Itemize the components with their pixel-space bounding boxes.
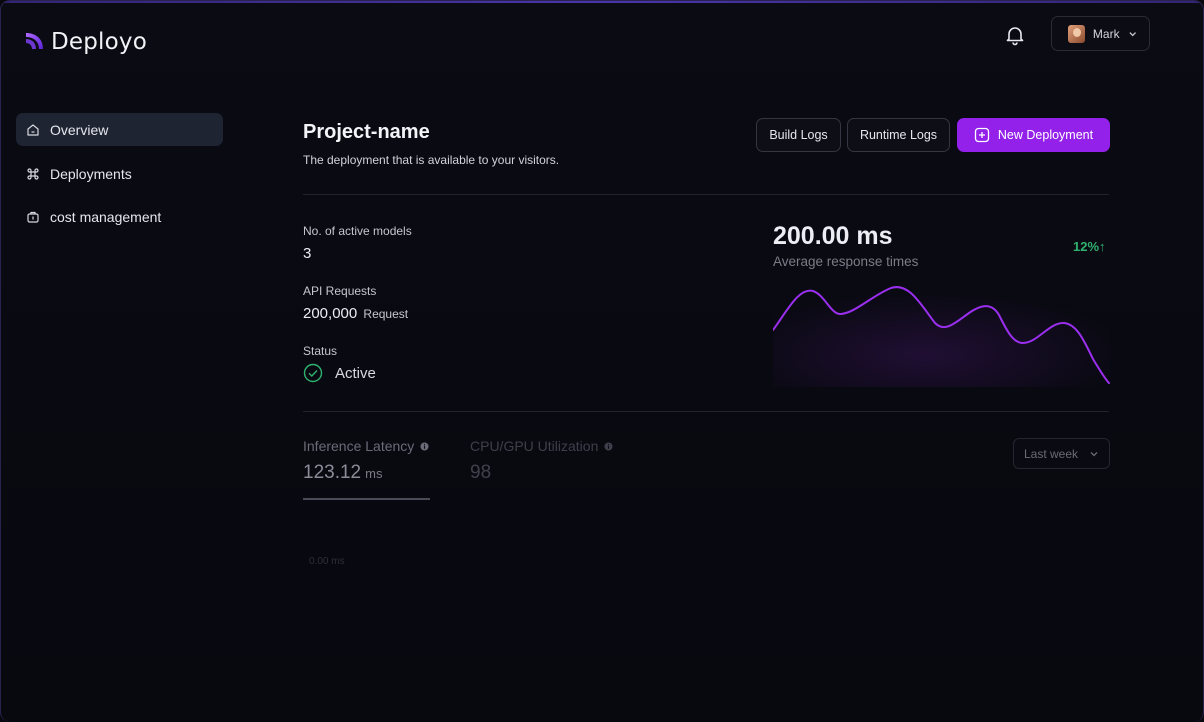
active-models-value: 3: [303, 245, 312, 262]
latency-axis-label: 0.00 ms: [309, 556, 345, 567]
api-requests-value: 200,000: [303, 305, 358, 322]
tab-label: CPU/GPU Utilization: [470, 438, 599, 454]
command-icon: [27, 167, 39, 180]
info-icon[interactable]: [420, 441, 429, 451]
response-time-sparkline: [773, 279, 1110, 387]
api-requests: 200,000 Request: [303, 305, 408, 322]
page-title: Project-name: [303, 121, 430, 143]
app-name: Deployo: [51, 29, 148, 55]
runtime-logs-label: Runtime Logs: [859, 128, 938, 142]
wallet-icon: [27, 211, 39, 223]
home-icon: [27, 123, 39, 136]
logo[interactable]: Deployo: [23, 29, 147, 55]
chevron-down-icon: [1090, 451, 1098, 456]
api-requests-unit: Request: [363, 307, 409, 321]
tab-cpu-gpu-utilization[interactable]: CPU/GPU Utilization 98: [470, 438, 613, 484]
tab-value: 98: [470, 462, 492, 483]
tab-value-wrap: 123.12 ms: [303, 462, 429, 484]
tab-label: Inference Latency: [303, 438, 415, 454]
plus-square-icon: [974, 127, 990, 143]
notification-bell-icon[interactable]: [1003, 23, 1027, 47]
user-menu-button[interactable]: Mark: [1051, 16, 1150, 51]
runtime-logs-button[interactable]: Runtime Logs: [847, 118, 950, 152]
sidebar-item-label: cost management: [50, 208, 162, 225]
tab-value: 123.12: [303, 462, 362, 483]
chevron-down-icon: [1129, 31, 1136, 36]
check-circle-icon: [303, 363, 323, 383]
tab-label-wrap: CPU/GPU Utilization: [470, 438, 613, 454]
avatar: [1068, 24, 1085, 43]
response-time-caption: Average response times: [773, 254, 919, 269]
sidebar-item-label: Overview: [50, 121, 109, 138]
status-value: Active: [335, 364, 376, 382]
sparkline-glow: [773, 279, 1110, 387]
status-badge: Active: [303, 363, 376, 383]
time-range-select[interactable]: Last week: [1013, 438, 1110, 469]
tab-unit: ms: [365, 466, 383, 481]
sidebar-item-deployments[interactable]: Deployments: [16, 157, 223, 190]
app-window: Deployo Mark Overview Deployments cost m…: [0, 0, 1204, 722]
info-icon[interactable]: [604, 441, 613, 451]
tab-label-wrap: Inference Latency: [303, 438, 429, 454]
api-requests-label: API Requests: [303, 284, 377, 298]
sidebar-item-label: Deployments: [50, 165, 132, 182]
response-time-value: 200.00 ms: [773, 222, 893, 250]
tab-inference-latency[interactable]: Inference Latency 123.12 ms: [303, 438, 429, 484]
new-deployment-button[interactable]: New Deployment: [957, 118, 1110, 152]
build-logs-label: Build Logs: [769, 128, 828, 142]
section-divider: [303, 411, 1109, 412]
active-models-label: No. of active models: [303, 224, 412, 238]
selected-tab-indicator: [303, 498, 430, 500]
build-logs-button[interactable]: Build Logs: [756, 118, 841, 152]
logo-mark-icon: [26, 33, 43, 49]
user-name: Mark: [1092, 26, 1120, 41]
header-divider: [303, 194, 1109, 195]
sidebar-item-overview[interactable]: Overview: [16, 113, 223, 146]
sidebar-item-cost-management[interactable]: cost management: [16, 200, 223, 233]
status-label: Status: [303, 344, 338, 358]
trend-badge: 12%↑: [1073, 239, 1106, 254]
new-deployment-label: New Deployment: [997, 128, 1094, 142]
page-subtitle: The deployment that is available to your…: [303, 153, 560, 167]
time-range-value: Last week: [1024, 446, 1079, 461]
